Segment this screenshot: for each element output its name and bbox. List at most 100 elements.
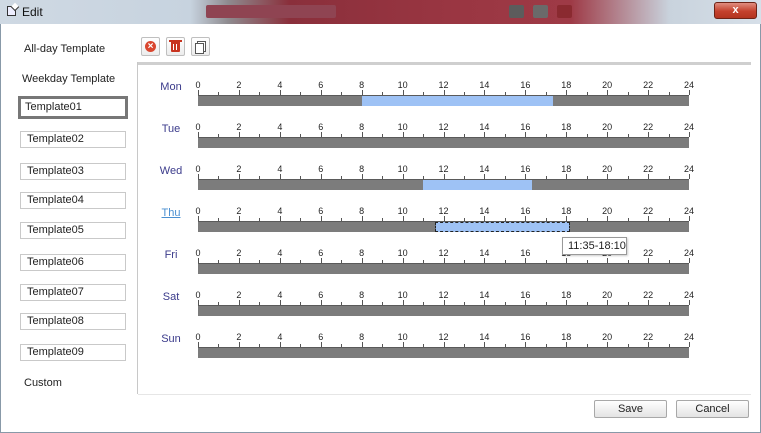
footer-divider (138, 394, 751, 395)
timeline-bar-thu[interactable] (198, 221, 689, 232)
window-title: Edit (22, 5, 43, 19)
hour-tick-label: 8 (359, 80, 365, 90)
copy-button[interactable] (191, 37, 210, 56)
hour-tick-label: 6 (318, 80, 324, 90)
template-item[interactable]: Template02 (20, 131, 126, 148)
hour-tick-label: 22 (643, 290, 654, 300)
hour-tick-label: 6 (318, 206, 324, 216)
template-item[interactable]: Template05 (20, 222, 126, 239)
hour-tick-label: 14 (479, 290, 490, 300)
hour-tick-label: 10 (397, 290, 408, 300)
all-day-template-label[interactable]: All-day Template (24, 43, 105, 55)
toolbar-divider (138, 62, 751, 65)
hour-tick-label: 14 (479, 248, 490, 258)
weekday-template-label[interactable]: Weekday Template (22, 73, 115, 85)
panel-divider (137, 62, 138, 394)
hour-tick-label: 18 (561, 122, 572, 132)
hour-tick-label: 18 (561, 290, 572, 300)
hour-tick-label: 8 (359, 290, 365, 300)
hour-tick-label: 22 (643, 122, 654, 132)
hour-tick-label: 18 (561, 80, 572, 90)
hour-tick-mark (689, 90, 690, 95)
trash-icon (169, 40, 182, 52)
day-label-fri[interactable]: Fri (158, 249, 184, 261)
hour-tick-label: 16 (520, 122, 531, 132)
hour-tick-label: 14 (479, 206, 490, 216)
template-item[interactable]: Template09 (20, 344, 126, 361)
hour-tick-label: 4 (277, 122, 283, 132)
day-label-sat[interactable]: Sat (158, 291, 184, 303)
hour-tick-label: 20 (602, 164, 613, 174)
hour-tick-label: 2 (236, 248, 242, 258)
hour-tick-label: 22 (643, 332, 654, 342)
hour-tick-label: 0 (195, 248, 201, 258)
timeline-bar-sat[interactable] (198, 305, 689, 316)
maximize-icon[interactable] (533, 5, 548, 18)
delete-button[interactable]: × (141, 37, 160, 56)
time-segment[interactable] (361, 96, 553, 106)
time-segment[interactable] (423, 180, 533, 190)
day-label-mon[interactable]: Mon (158, 81, 184, 93)
hour-tick-label: 0 (195, 164, 201, 174)
hour-tick-label: 14 (479, 122, 490, 132)
hour-tick-label: 0 (195, 332, 201, 342)
hour-tick-label: 18 (561, 164, 572, 174)
hour-tick-label: 6 (318, 164, 324, 174)
hour-tick-mark (689, 258, 690, 263)
save-button[interactable]: Save (594, 400, 667, 418)
hour-tick-label: 4 (277, 164, 283, 174)
minimize-icon[interactable] (509, 5, 524, 18)
hour-tick-label: 24 (683, 206, 694, 216)
hour-tick-label: 10 (397, 122, 408, 132)
template-item[interactable]: Template07 (20, 284, 126, 301)
hour-tick-label: 24 (683, 80, 694, 90)
hour-tick-label: 10 (397, 248, 408, 258)
window-control-icon[interactable] (557, 5, 572, 18)
title-blur-area (206, 5, 336, 18)
hour-tick-label: 2 (236, 164, 242, 174)
hour-tick-label: 20 (602, 122, 613, 132)
cancel-button[interactable]: Cancel (676, 400, 749, 418)
hour-tick-label: 4 (277, 248, 283, 258)
template-item[interactable]: Template08 (20, 313, 126, 330)
hour-tick-label: 2 (236, 80, 242, 90)
template-item[interactable]: Template04 (20, 192, 126, 209)
timeline-bar-tue[interactable] (198, 137, 689, 148)
timeline-bar-sun[interactable] (198, 347, 689, 358)
day-label-wed[interactable]: Wed (158, 165, 184, 177)
day-label-thu[interactable]: Thu (158, 207, 184, 219)
timeline-bar-mon[interactable] (198, 95, 689, 106)
hour-tick-mark (689, 216, 690, 221)
hour-tick-label: 22 (643, 206, 654, 216)
delete-icon: × (145, 41, 156, 52)
hour-tick-label: 0 (195, 206, 201, 216)
hour-tick-label: 16 (520, 248, 531, 258)
hour-tick-label: 10 (397, 80, 408, 90)
template-item[interactable]: Template03 (20, 163, 126, 180)
hour-tick-label: 4 (277, 80, 283, 90)
hour-tick-label: 18 (561, 332, 572, 342)
template-item[interactable]: Template01 (18, 96, 128, 119)
custom-label[interactable]: Custom (24, 377, 62, 389)
timeline-bar-fri[interactable] (198, 263, 689, 274)
timeline-bar-wed[interactable] (198, 179, 689, 190)
hour-tick-label: 2 (236, 206, 242, 216)
hour-tick-label: 0 (195, 80, 201, 90)
hour-tick-label: 18 (561, 206, 572, 216)
hour-tick-label: 10 (397, 164, 408, 174)
day-label-tue[interactable]: Tue (158, 123, 184, 135)
hour-tick-label: 12 (438, 332, 449, 342)
hour-tick-label: 8 (359, 248, 365, 258)
template-item[interactable]: Template06 (20, 254, 126, 271)
hour-tick-label: 12 (438, 80, 449, 90)
hour-tick-label: 4 (277, 290, 283, 300)
hour-tick-label: 22 (643, 80, 654, 90)
clear-all-button[interactable] (166, 37, 185, 56)
hour-tick-label: 12 (438, 290, 449, 300)
hour-tick-label: 8 (359, 164, 365, 174)
day-label-sun[interactable]: Sun (158, 333, 184, 345)
hour-tick-label: 24 (683, 122, 694, 132)
hour-tick-label: 16 (520, 290, 531, 300)
selected-time-segment[interactable] (434, 222, 570, 232)
close-button[interactable]: x (714, 2, 757, 19)
